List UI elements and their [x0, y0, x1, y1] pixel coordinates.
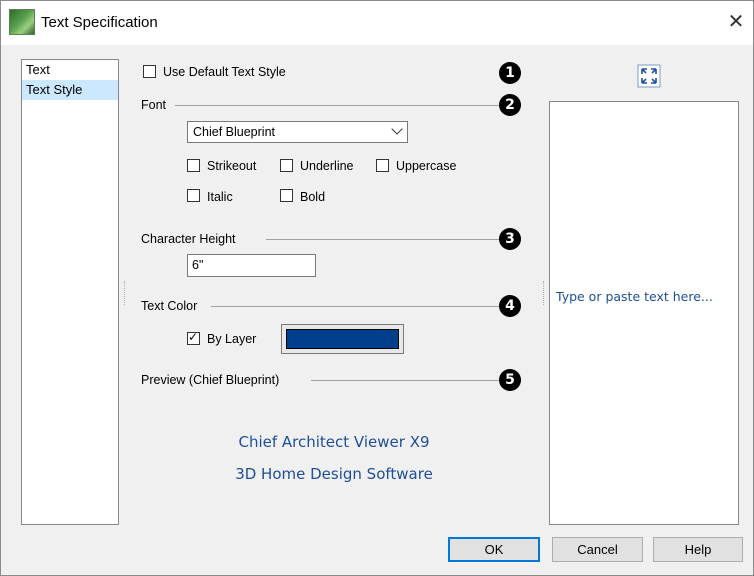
uppercase-checkbox[interactable]	[376, 159, 389, 172]
font-select-value: Chief Blueprint	[193, 125, 275, 139]
bold-label: Bold	[300, 190, 326, 204]
category-list: Text Text Style	[21, 59, 119, 525]
italic-label: Italic	[207, 190, 233, 204]
text-specification-dialog: Text Specification ✕ Text Text Style Use…	[0, 0, 754, 576]
callout-marker-4: 4	[499, 295, 521, 317]
pane-splitter-right[interactable]	[543, 281, 545, 305]
nav-item-text-style[interactable]: Text Style	[22, 80, 118, 100]
italic-checkbox[interactable]	[187, 189, 200, 202]
bold-checkbox[interactable]	[280, 189, 293, 202]
dialog-title: Text Specification	[41, 14, 158, 31]
text-preview-pane[interactable]: Type or paste text here...	[549, 101, 739, 525]
preview-group-label: Preview (Chief Blueprint)	[141, 373, 280, 387]
expand-icon[interactable]	[637, 64, 661, 88]
close-icon: ✕	[727, 11, 745, 33]
callout-marker-3: 3	[499, 228, 521, 250]
chevron-down-icon	[391, 123, 403, 135]
text-color-swatch	[286, 329, 399, 349]
font-group-line	[175, 105, 501, 106]
text-color-group-line	[211, 306, 501, 307]
nav-item-text[interactable]: Text	[22, 60, 118, 80]
ok-button[interactable]: OK	[448, 537, 540, 562]
callout-marker-5: 5	[499, 369, 521, 391]
by-layer-label: By Layer	[207, 332, 257, 346]
underline-checkbox[interactable]	[280, 159, 293, 172]
chief-architect-app-icon	[9, 9, 35, 35]
underline-label: Underline	[300, 159, 354, 173]
text-color-button[interactable]	[281, 324, 404, 354]
font-select[interactable]: Chief Blueprint	[187, 121, 408, 143]
preview-group-line	[311, 380, 501, 381]
cancel-button[interactable]: Cancel	[552, 537, 643, 562]
font-group-label: Font	[141, 98, 167, 112]
character-height-group-label: Character Height	[141, 232, 236, 246]
preview-pane-placeholder: Type or paste text here...	[556, 289, 713, 304]
close-button[interactable]: ✕	[723, 9, 749, 35]
by-layer-checkbox[interactable]	[187, 330, 200, 345]
preview-line-1: Chief Architect Viewer X9	[238, 433, 430, 451]
callout-marker-2: 2	[499, 94, 521, 116]
text-color-group-label: Text Color	[141, 299, 198, 313]
character-height-input[interactable]: 6"	[187, 254, 316, 277]
pane-splitter-left[interactable]	[124, 281, 126, 305]
use-default-text-style-checkbox[interactable]	[143, 65, 156, 78]
preview-line-2: 3D Home Design Software	[235, 465, 433, 483]
strikeout-label: Strikeout	[207, 159, 257, 173]
character-height-group-line	[266, 239, 501, 240]
help-button[interactable]: Help	[653, 537, 743, 562]
callout-marker-1: 1	[499, 62, 521, 84]
uppercase-label: Uppercase	[396, 159, 457, 173]
use-default-text-style-label: Use Default Text Style	[163, 65, 286, 79]
title-bar: Text Specification ✕	[1, 1, 753, 45]
strikeout-checkbox[interactable]	[187, 159, 200, 172]
